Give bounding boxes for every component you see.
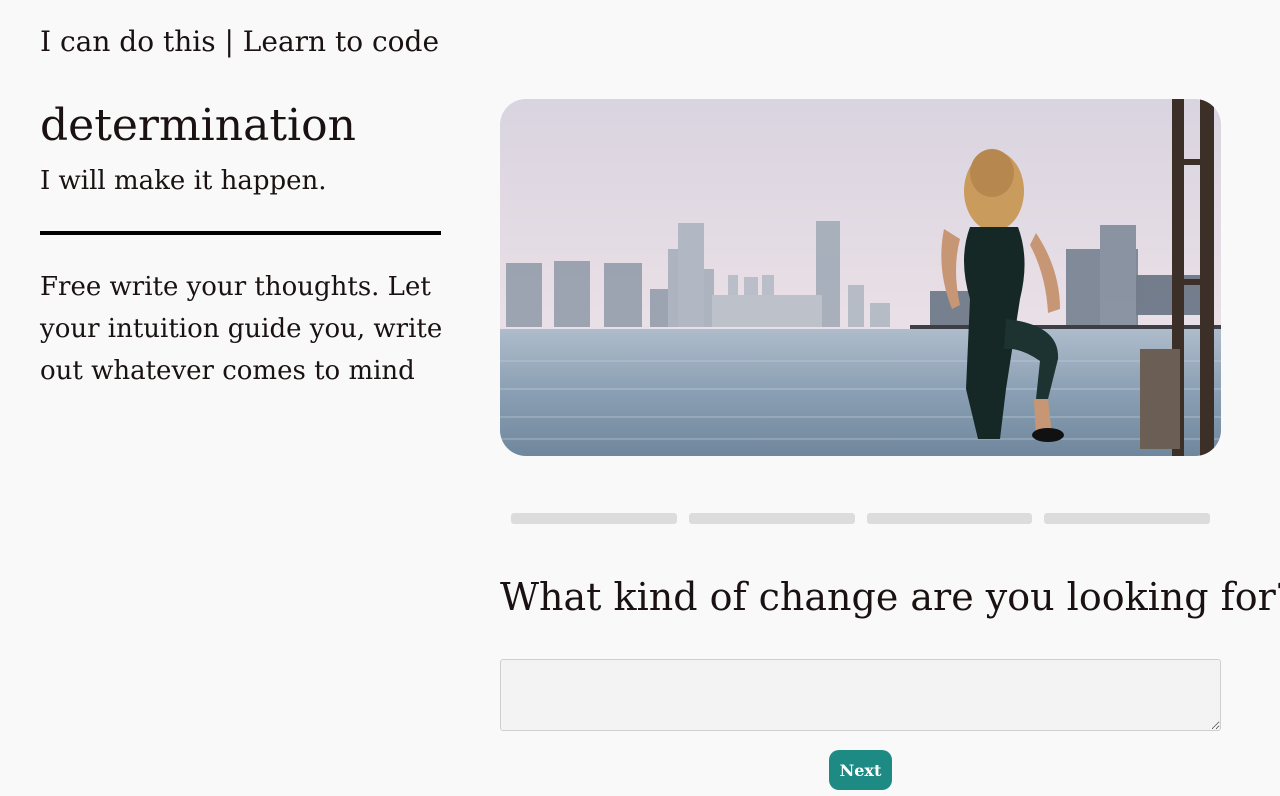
- progress-step: [688, 513, 855, 524]
- divider: [40, 231, 441, 235]
- progress-step: [511, 513, 677, 524]
- journal-prompt: Free write your thoughts. Let your intui…: [40, 272, 443, 386]
- hero-image: [500, 99, 1221, 456]
- focus-word: determination: [40, 100, 356, 151]
- progress-step: [1044, 513, 1210, 524]
- progress-step: [866, 513, 1033, 524]
- next-button[interactable]: Next: [829, 750, 892, 790]
- page: I can do this | Learn to code determinat…: [0, 0, 1280, 796]
- progress-bar: [511, 513, 1210, 524]
- woman-stretching-by-harbor-photo: [500, 99, 1221, 456]
- question-heading: What kind of change are you looking for?: [500, 575, 1280, 619]
- answer-textarea[interactable]: [500, 659, 1221, 731]
- site-title: I can do this | Learn to code: [40, 25, 440, 58]
- affirmation-text: I will make it happen.: [40, 166, 327, 196]
